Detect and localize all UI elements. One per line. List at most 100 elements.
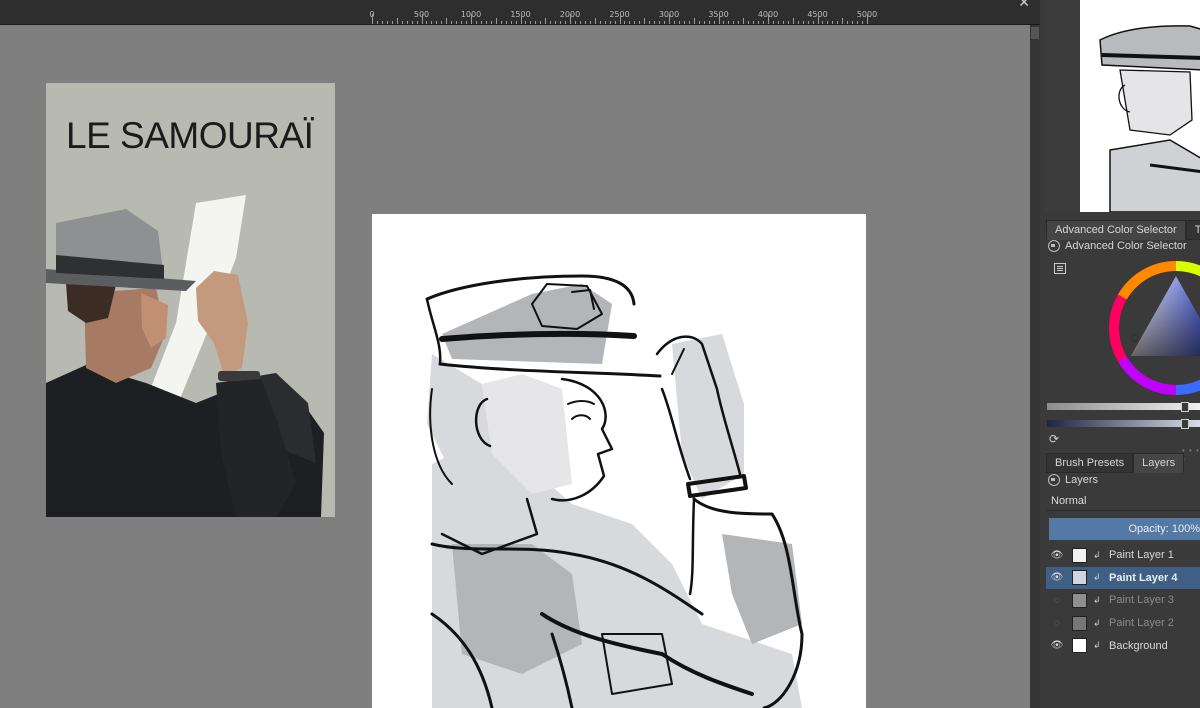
lock-icon[interactable] <box>1048 474 1060 486</box>
eye-icon[interactable]: 👁 <box>1050 572 1064 583</box>
ruler-tick <box>510 21 512 24</box>
layers-tabbar: Brush Presets Layers <box>1046 453 1185 473</box>
saturation-slider[interactable] <box>1047 419 1200 429</box>
tab-brush-presets[interactable]: Brush Presets <box>1046 453 1134 473</box>
ruler-tick <box>629 21 631 24</box>
ruler-tick <box>471 14 472 24</box>
color-picker-cursor[interactable] <box>1130 333 1140 343</box>
docker-grip[interactable]: • • • • <box>1182 446 1200 464</box>
eye-icon[interactable]: 👁 <box>1050 640 1064 651</box>
color-tabbar: Advanced Color Selector T <box>1046 220 1200 240</box>
opacity-label: Opacity: <box>1128 523 1169 535</box>
drawing-canvas[interactable] <box>372 214 866 708</box>
inherit-alpha-icon[interactable]: ↲ <box>1093 618 1103 629</box>
ruler-tick <box>733 21 735 24</box>
inherit-alpha-icon[interactable]: ↲ <box>1093 595 1103 606</box>
ruler-tick <box>560 21 562 24</box>
ruler-tick <box>624 21 626 24</box>
overview-thumbnail[interactable] <box>1080 0 1200 212</box>
refresh-icon[interactable]: ⟳ <box>1049 432 1059 446</box>
horizontal-ruler: 0500100015002000250030003500400045005000… <box>0 0 1040 25</box>
canvas-workspace[interactable]: LE SAMOURAÏ <box>0 25 1030 708</box>
ruler-tick <box>797 21 799 24</box>
tab-tool-options[interactable]: T <box>1185 220 1200 240</box>
layer-thumbnail <box>1072 615 1087 631</box>
ruler-tick <box>391 21 393 24</box>
ruler-tick <box>431 21 433 24</box>
ruler-tick <box>386 21 388 24</box>
ruler-tick <box>664 21 666 24</box>
right-dock: Advanced Color Selector T Advanced Color… <box>1040 0 1200 708</box>
value-slider-handle[interactable] <box>1181 402 1189 412</box>
ruler-tick <box>644 18 646 24</box>
scrollbar-handle[interactable] <box>1031 27 1039 39</box>
tab-layers[interactable]: Layers <box>1133 453 1185 473</box>
saturation-slider-handle[interactable] <box>1181 419 1189 429</box>
ruler-tick <box>713 21 715 24</box>
ruler-tick <box>792 18 794 24</box>
ruler-tick <box>530 21 532 24</box>
ruler-tick <box>609 21 611 24</box>
ruler-tick <box>654 21 656 24</box>
eye-icon[interactable]: 👁 <box>1050 550 1064 561</box>
color-wheel[interactable] <box>1106 258 1200 398</box>
opacity-slider[interactable]: Opacity: 100% <box>1049 518 1200 540</box>
ruler-tick <box>406 21 408 24</box>
ruler-tick <box>832 21 834 24</box>
ruler-tick <box>441 21 443 24</box>
hue-ring[interactable] <box>1106 258 1200 398</box>
ruler-tick <box>451 21 453 24</box>
eye-icon[interactable]: ◌ <box>1050 595 1064 606</box>
layer-row[interactable]: 👁 ↲ Paint Layer 4 <box>1046 566 1200 589</box>
ruler-tick <box>540 21 542 24</box>
layer-row[interactable]: ◌ ↲ Paint Layer 3 <box>1046 589 1200 611</box>
inherit-alpha-icon[interactable]: ↲ <box>1093 640 1103 651</box>
layer-thumbnail <box>1072 592 1087 608</box>
ruler-tick <box>525 21 527 24</box>
tab-advanced-color-selector[interactable]: Advanced Color Selector <box>1046 220 1186 240</box>
layer-thumbnail <box>1072 638 1087 654</box>
inherit-alpha-icon[interactable]: ↲ <box>1093 550 1103 561</box>
ruler-tick <box>723 21 725 24</box>
layer-thumbnail <box>1072 547 1087 563</box>
color-docker-header: Advanced Color Selector <box>1048 240 1187 252</box>
ruler-tick <box>678 21 680 24</box>
ruler-tick <box>728 21 730 24</box>
ruler-tick <box>550 21 552 24</box>
color-docker-title: Advanced Color Selector <box>1065 240 1187 252</box>
value-slider[interactable] <box>1047 402 1200 412</box>
layer-row[interactable]: 👁 ↲ Background <box>1046 635 1200 657</box>
blend-mode-select[interactable]: Normal <box>1046 491 1200 511</box>
ruler-tick <box>372 14 373 24</box>
ruler-tick <box>693 18 695 24</box>
sketch-artwork <box>425 274 804 708</box>
eye-icon[interactable]: ◌ <box>1050 618 1064 629</box>
ruler-tick <box>401 21 403 24</box>
layer-name: Background <box>1109 639 1168 652</box>
ruler-tick <box>827 21 829 24</box>
layer-thumbnail <box>1072 570 1087 586</box>
lock-icon[interactable] <box>1048 240 1060 252</box>
layer-row[interactable]: 👁 ↲ Paint Layer 1 <box>1046 544 1200 566</box>
reference-image: LE SAMOURAÏ <box>46 83 335 517</box>
ruler-tick <box>758 21 760 24</box>
ruler-tick <box>416 21 418 24</box>
ruler-tick <box>673 21 675 24</box>
ruler-tick <box>857 21 859 24</box>
ruler-tick <box>614 21 616 24</box>
ruler-tick <box>748 21 750 24</box>
layer-row[interactable]: ◌ ↲ Paint Layer 2 <box>1046 612 1200 634</box>
ruler-tick <box>634 21 636 24</box>
ruler-tick <box>847 21 849 24</box>
close-icon[interactable]: ✕ <box>1018 0 1030 11</box>
ruler-tick <box>461 21 463 24</box>
ruler-tick <box>490 21 492 24</box>
ruler-tick <box>683 21 685 24</box>
ruler-tick <box>584 21 586 24</box>
list-view-icon[interactable] <box>1054 263 1066 274</box>
vertical-scrollbar[interactable] <box>1030 25 1040 708</box>
inherit-alpha-icon[interactable]: ↲ <box>1093 572 1103 583</box>
ruler-tick <box>659 21 661 24</box>
layers-docker-title: Layers <box>1065 474 1099 486</box>
overview-docker[interactable] <box>1044 0 1200 212</box>
